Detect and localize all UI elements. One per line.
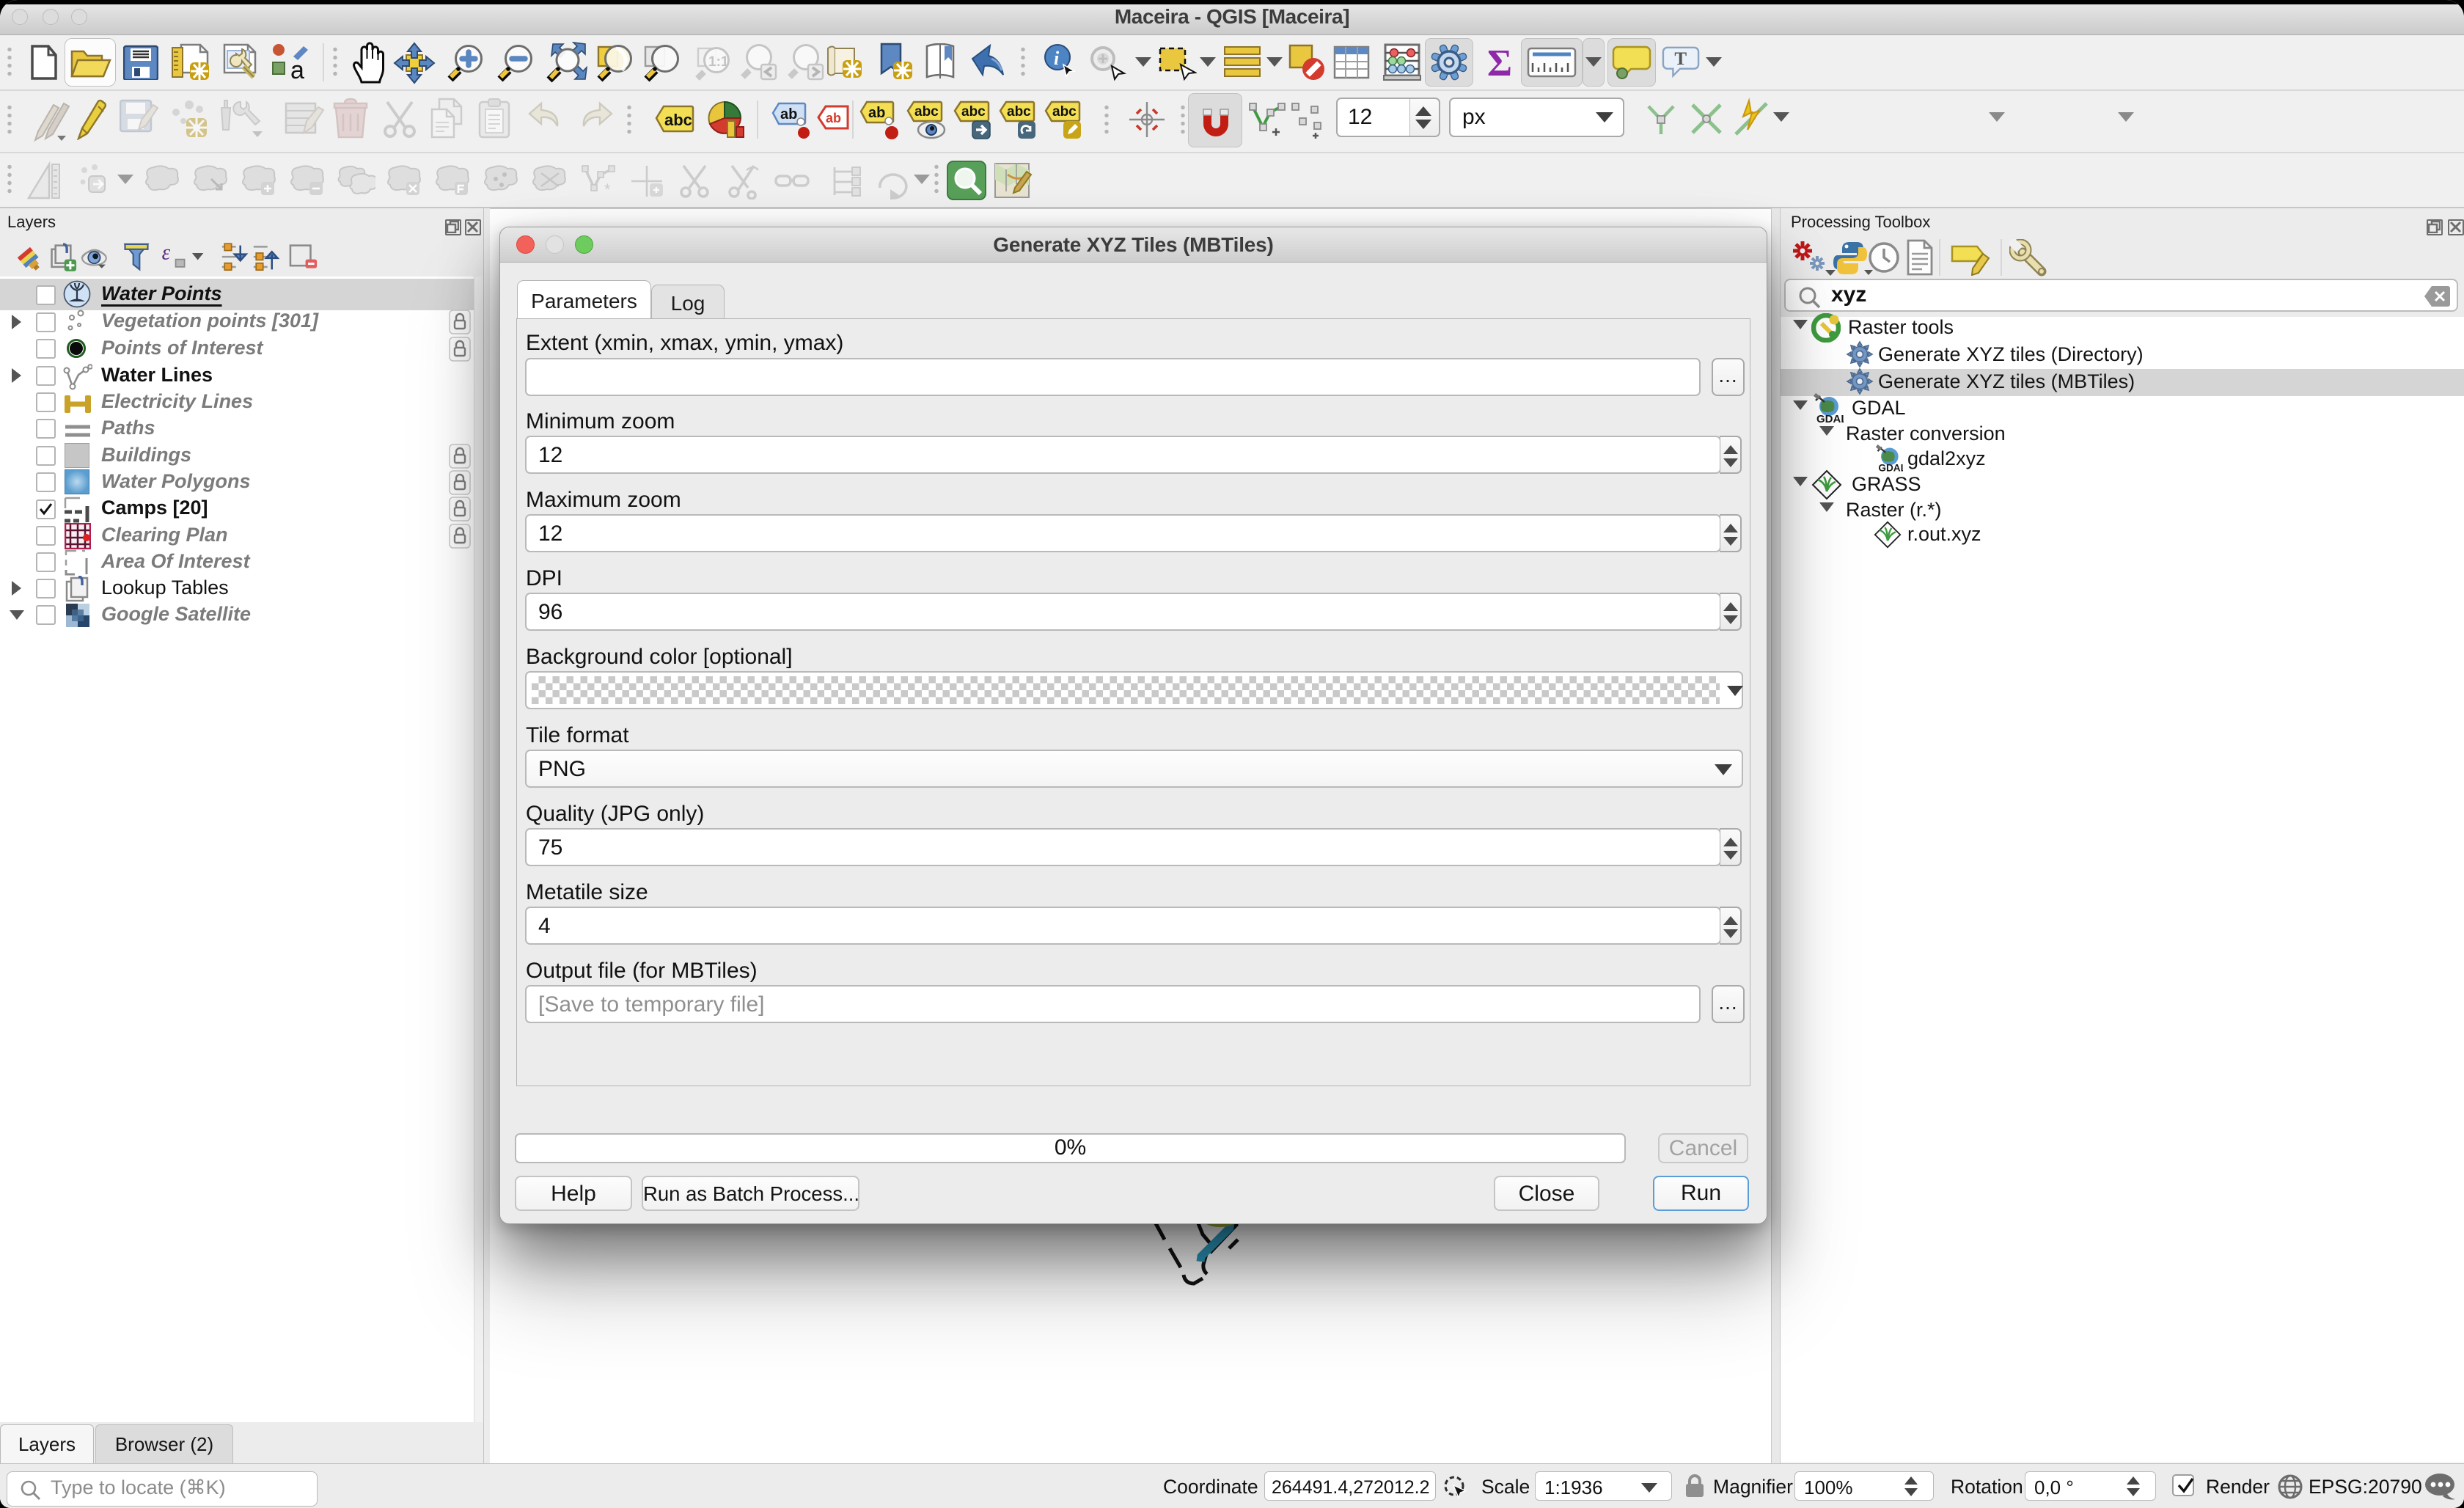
svg-text:GDAL: GDAL xyxy=(1878,462,1903,473)
svg-text:ab: ab xyxy=(826,111,841,125)
svg-text:ε: ε xyxy=(162,242,171,265)
svg-text:T: T xyxy=(1674,49,1687,69)
svg-text:*: * xyxy=(604,180,611,199)
svg-text:i: i xyxy=(1054,48,1060,69)
svg-text:ab: ab xyxy=(780,106,797,122)
svg-text:Σ: Σ xyxy=(1487,43,1512,81)
svg-text:abc: abc xyxy=(1052,104,1077,120)
svg-text:abc: abc xyxy=(664,111,692,129)
svg-text:abc: abc xyxy=(961,104,986,120)
svg-text:abc: abc xyxy=(914,104,939,120)
svg-text:GDAL: GDAL xyxy=(1816,413,1844,425)
svg-text:ab: ab xyxy=(868,105,885,121)
svg-text:abc: abc xyxy=(1007,104,1031,120)
svg-text:a: a xyxy=(290,56,304,81)
svg-text:1:1: 1:1 xyxy=(708,54,729,70)
